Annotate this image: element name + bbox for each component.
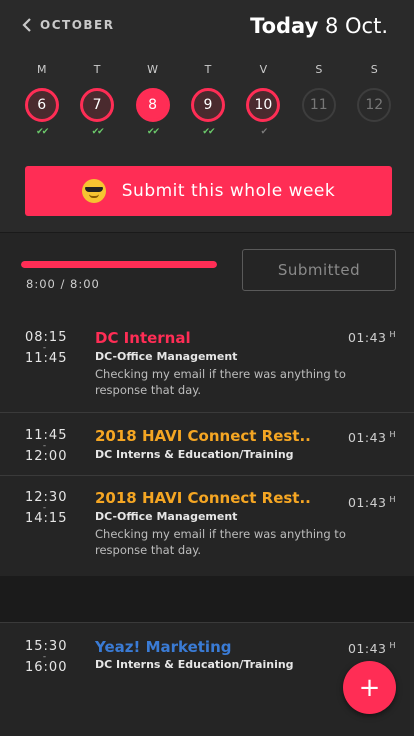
entry-end-time: 11:45 bbox=[25, 351, 68, 366]
entry-project-title: Yeaz! Marketing bbox=[95, 638, 232, 656]
week-day-1[interactable]: T 7 ✔✔ bbox=[69, 62, 124, 137]
day-of-week-label: T bbox=[93, 63, 101, 76]
entry-end-time: 14:15 bbox=[25, 511, 68, 526]
back-to-month-button[interactable]: OCTOBER bbox=[22, 18, 114, 32]
entry-end-time: 12:00 bbox=[25, 449, 68, 464]
week-day-0[interactable]: M 6 ✔✔ bbox=[14, 62, 69, 137]
week-day-5[interactable]: S 11 bbox=[291, 62, 346, 137]
week-day-6[interactable]: S 12 bbox=[347, 62, 402, 137]
day-status-check-icon: ✔ bbox=[260, 127, 268, 137]
day-number-circle[interactable]: 6 bbox=[24, 88, 59, 122]
day-number-circle[interactable]: 7 bbox=[80, 88, 115, 122]
entry-duration: 01:43 H bbox=[347, 641, 396, 657]
entry-project-title: 2018 HAVI Connect Rest.. bbox=[95, 427, 311, 445]
day-of-week-label: M bbox=[36, 63, 47, 76]
day-number-circle[interactable]: 11 bbox=[301, 88, 336, 122]
entry-times: 15:30 - 16:00 bbox=[25, 639, 68, 675]
entry-category: DC-Office Management bbox=[95, 510, 238, 523]
week-day-4[interactable]: V 10 ✔ bbox=[236, 62, 291, 137]
entry-category: DC Interns & Education/Training bbox=[95, 658, 294, 671]
hours-progress-bar bbox=[21, 261, 217, 268]
day-status-check-icon: ✔✔ bbox=[202, 127, 215, 137]
day-number-circle[interactable]: 8 bbox=[135, 88, 170, 122]
time-entry[interactable]: 08:15 - 11:45 DC Internal DC-Office Mana… bbox=[0, 310, 414, 412]
week-day-selector: M 6 ✔✔ T 7 ✔✔ W 8 ✔✔ T 9 ✔✔ V 10 ✔ S 11 S 12 bbox=[14, 62, 402, 137]
entry-times: 08:15 - 11:45 bbox=[25, 330, 68, 366]
day-status-check-icon: ✔✔ bbox=[36, 127, 49, 137]
back-label: OCTOBER bbox=[40, 18, 115, 32]
entry-duration: 01:43 H bbox=[347, 430, 396, 446]
hours-progress-fill bbox=[21, 261, 217, 268]
entry-description: Checking my email if there was anything … bbox=[95, 367, 346, 397]
submit-week-label: Submit this whole week bbox=[121, 181, 336, 201]
week-header: OCTOBER Today 8 Oct. M 6 ✔✔ T 7 ✔✔ W 8 ✔✔ T 9 ✔✔ V 10… bbox=[0, 0, 414, 232]
entry-end-time: 16:00 bbox=[25, 660, 68, 675]
submit-week-button[interactable]: Submit this whole week bbox=[25, 166, 392, 216]
hours-progress-text: 8:00 / 8:00 bbox=[26, 277, 100, 291]
entry-duration: 01:43 H bbox=[347, 495, 396, 511]
entry-description: Checking my email if there was anything … bbox=[95, 527, 346, 557]
entry-times: 12:30 - 14:15 bbox=[25, 490, 68, 526]
today-word: Today bbox=[250, 14, 319, 38]
day-number-circle[interactable]: 9 bbox=[190, 88, 225, 122]
day-progress-section: 8:00 / 8:00 Submitted bbox=[0, 232, 414, 310]
entry-duration: 01:43 H bbox=[347, 330, 396, 346]
sunglasses-emoji-icon bbox=[81, 179, 106, 203]
day-of-week-label: W bbox=[147, 63, 158, 76]
day-of-week-label: S bbox=[315, 63, 323, 76]
day-status-check-icon: ✔✔ bbox=[147, 127, 160, 137]
day-separator bbox=[0, 576, 414, 622]
entry-category: DC-Office Management bbox=[95, 350, 238, 363]
day-number-circle[interactable]: 10 bbox=[246, 88, 281, 122]
day-of-week-label: S bbox=[370, 63, 378, 76]
entry-times: 11:45 - 12:00 bbox=[25, 428, 68, 464]
today-date-title: Today 8 Oct. bbox=[250, 14, 388, 38]
submitted-button[interactable]: Submitted bbox=[242, 249, 396, 291]
day-of-week-label: V bbox=[259, 63, 268, 76]
plus-icon: + bbox=[358, 672, 381, 703]
time-entry[interactable]: 11:45 - 12:00 2018 HAVI Connect Rest.. D… bbox=[0, 412, 414, 475]
week-day-3[interactable]: T 9 ✔✔ bbox=[180, 62, 235, 137]
entry-project-title: 2018 HAVI Connect Rest.. bbox=[95, 489, 311, 507]
add-entry-button[interactable]: + bbox=[343, 661, 396, 714]
day-of-week-label: T bbox=[204, 63, 212, 76]
entry-project-title: DC Internal bbox=[95, 329, 191, 347]
day-number-circle[interactable]: 12 bbox=[357, 88, 392, 122]
entry-category: DC Interns & Education/Training bbox=[95, 448, 294, 461]
time-entry[interactable]: 12:30 - 14:15 2018 HAVI Connect Rest.. D… bbox=[0, 475, 414, 576]
day-status-check-icon: ✔✔ bbox=[91, 127, 105, 137]
week-day-2[interactable]: W 8 ✔✔ bbox=[125, 62, 180, 137]
today-date: 8 Oct. bbox=[324, 14, 388, 38]
chevron-left-icon bbox=[22, 18, 31, 32]
